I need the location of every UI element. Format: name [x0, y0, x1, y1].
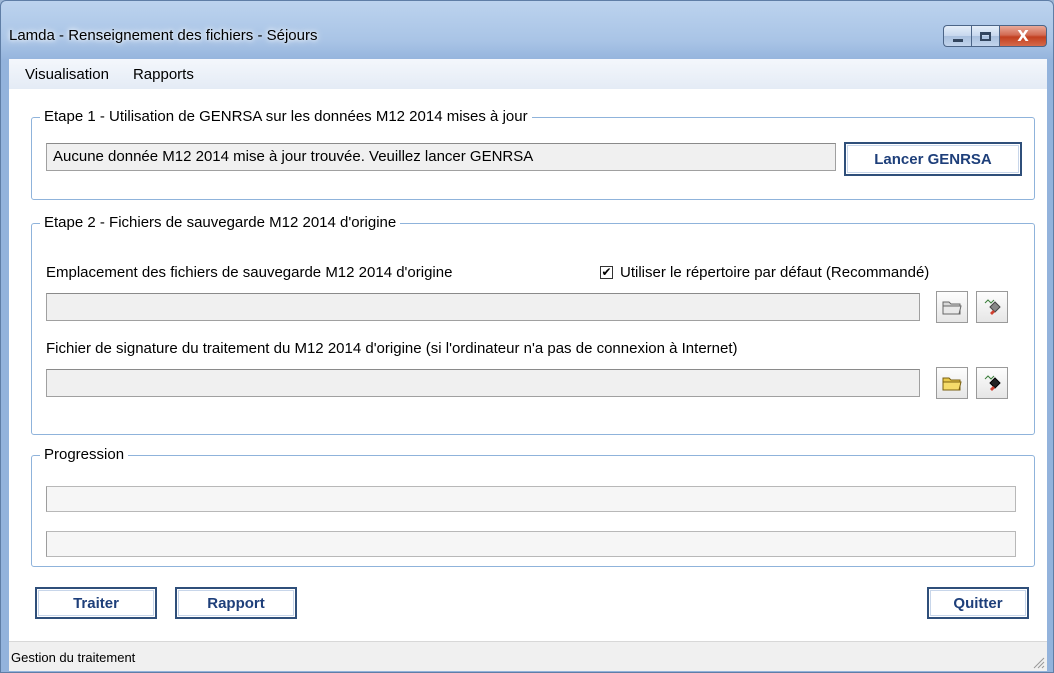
status-bar: Gestion du traitement — [9, 641, 1047, 671]
status-text: Gestion du traitement — [11, 650, 136, 665]
window-controls: X — [943, 25, 1047, 47]
window-title: Lamda - Renseignement des fichiers - Séj… — [9, 27, 318, 44]
close-button[interactable]: X — [999, 25, 1047, 47]
maximize-icon — [980, 31, 991, 41]
main-window: Lamda - Renseignement des fichiers - Séj… — [0, 0, 1054, 673]
folder-icon — [942, 301, 962, 315]
browse-signature-button[interactable] — [936, 367, 968, 399]
progress-group: Progression — [31, 446, 1035, 567]
title-bar[interactable]: Lamda - Renseignement des fichiers - Séj… — [1, 1, 1053, 59]
close-icon: X — [1017, 27, 1029, 45]
minimize-icon — [952, 38, 963, 42]
default-dir-label: Utiliser le répertoire par défaut (Recom… — [620, 264, 930, 281]
default-dir-checkbox[interactable]: ✔ — [600, 266, 613, 279]
browse-location-button[interactable] — [936, 291, 968, 323]
resize-grip-icon[interactable] — [1031, 655, 1045, 669]
traiter-button[interactable]: Traiter — [35, 587, 157, 619]
erase-icon — [984, 299, 1001, 315]
location-label: Emplacement des fichiers de sauvegarde M… — [46, 264, 453, 281]
erase-icon — [984, 375, 1001, 391]
progress-bar-2 — [46, 531, 1016, 557]
progress-bar-1 — [46, 486, 1016, 512]
client-area: Visualisation Rapports Etape 1 - Utilisa… — [9, 59, 1047, 641]
lancer-genrsa-button[interactable]: Lancer GENRSA — [844, 142, 1022, 176]
quitter-button[interactable]: Quitter — [927, 587, 1029, 619]
signature-input[interactable] — [46, 369, 920, 397]
step1-title: Etape 1 - Utilisation de GENRSA sur les … — [40, 108, 532, 126]
folder-icon — [942, 377, 962, 391]
rapport-button[interactable]: Rapport — [175, 587, 297, 619]
menu-bar: Visualisation Rapports — [9, 59, 1047, 89]
progress-title: Progression — [40, 446, 129, 464]
clear-location-button[interactable] — [976, 291, 1008, 323]
step2-title: Etape 2 - Fichiers de sauvegarde M12 201… — [40, 214, 401, 232]
location-input[interactable] — [46, 293, 920, 321]
signature-label: Fichier de signature du traitement du M1… — [46, 340, 738, 357]
menu-rapports[interactable]: Rapports — [121, 66, 206, 83]
clear-signature-button[interactable] — [976, 367, 1008, 399]
step1-group: Etape 1 - Utilisation de GENRSA sur les … — [31, 108, 1035, 200]
genrsa-status-field: Aucune donnée M12 2014 mise à jour trouv… — [46, 143, 836, 171]
minimize-button[interactable] — [943, 25, 971, 47]
maximize-button[interactable] — [971, 25, 999, 47]
menu-visualisation[interactable]: Visualisation — [13, 66, 121, 83]
step2-group: Etape 2 - Fichiers de sauvegarde M12 201… — [31, 214, 1035, 435]
